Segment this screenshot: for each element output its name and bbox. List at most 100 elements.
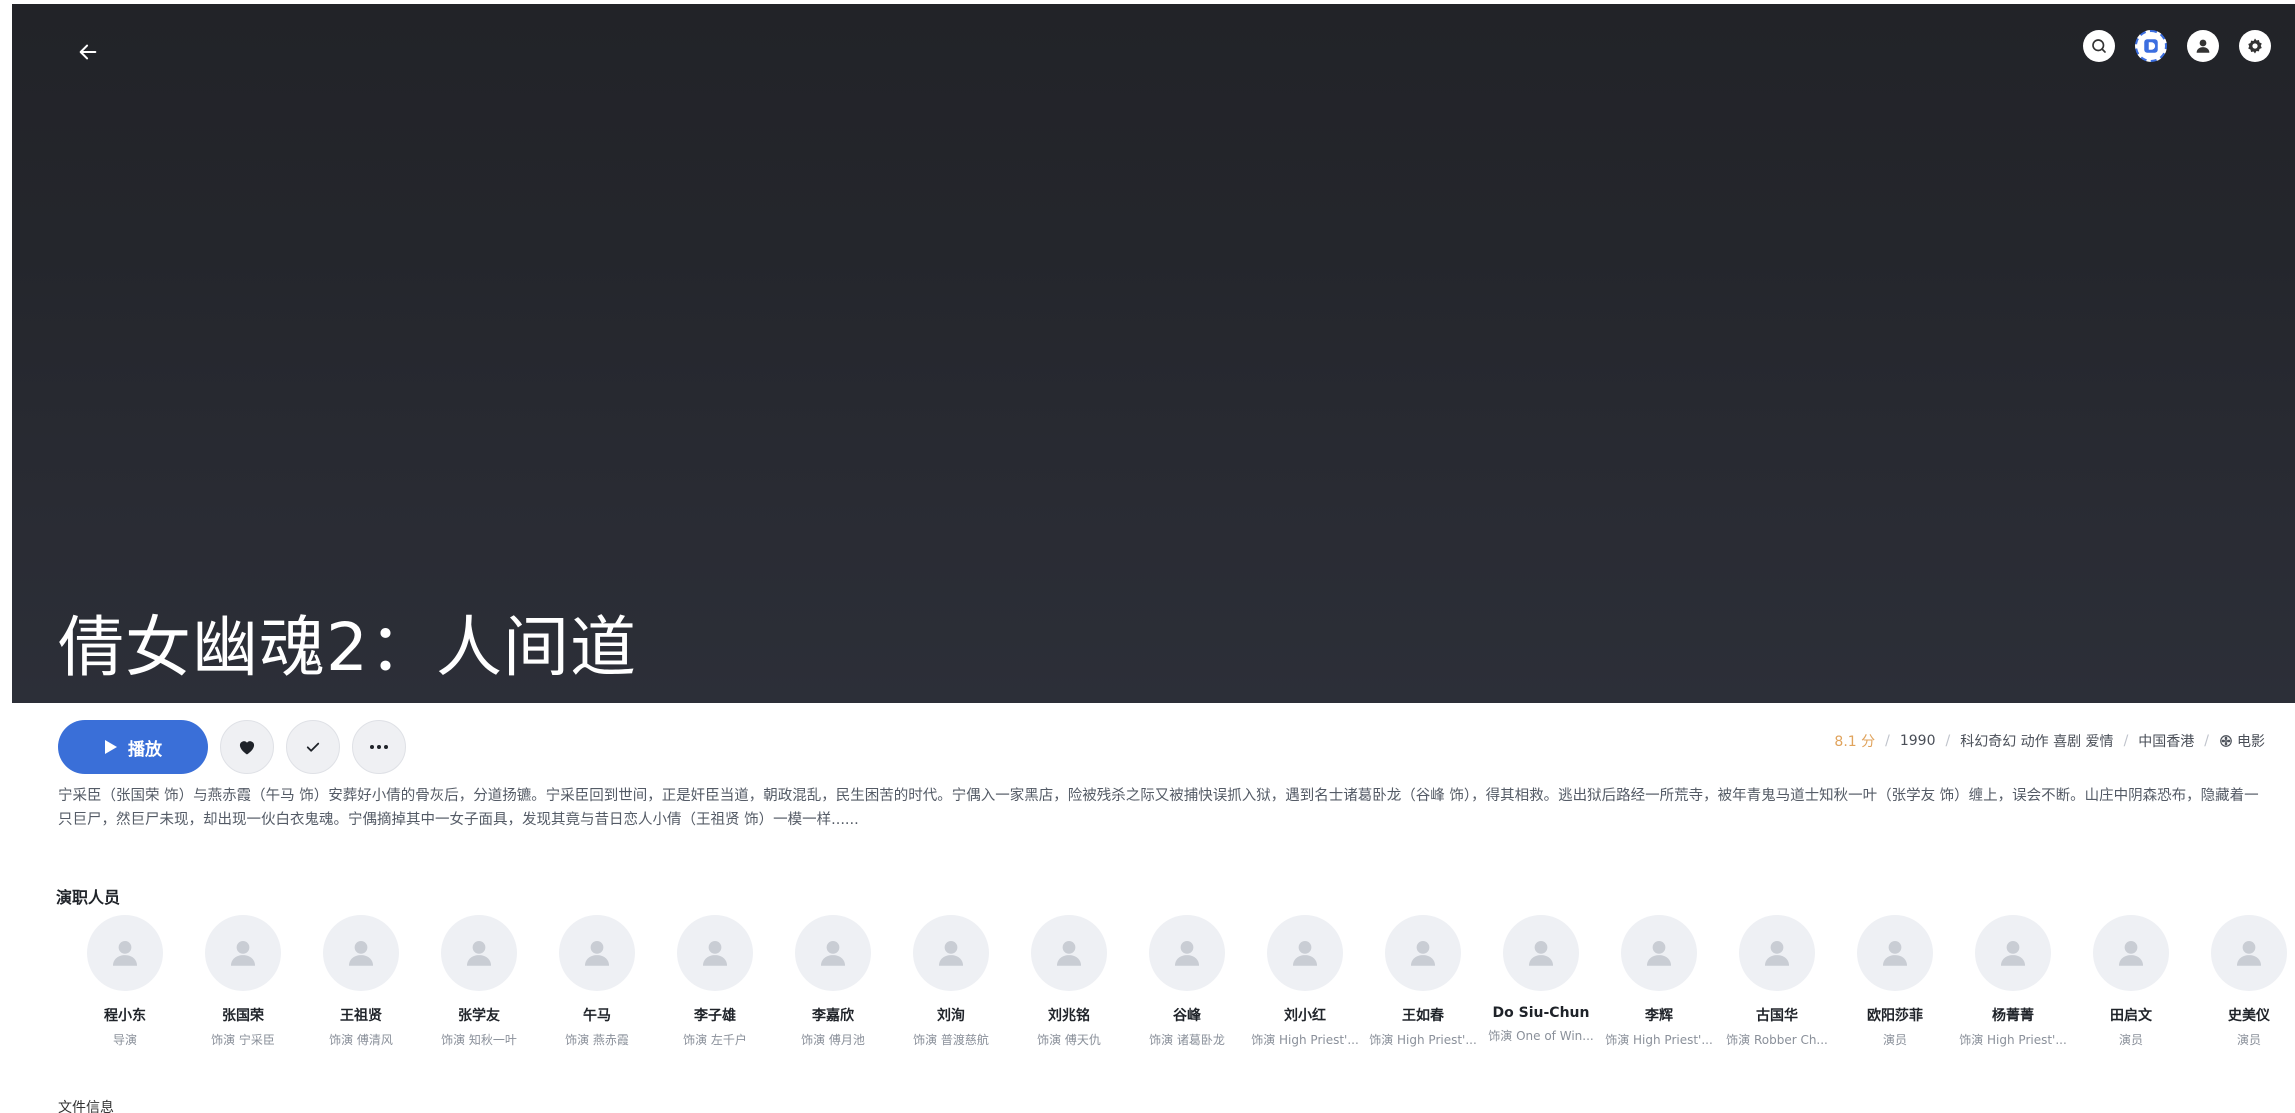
person-placeholder-icon <box>1410 940 1436 966</box>
cast-member[interactable]: 史美仪 演员 <box>2190 915 2295 1048</box>
avatar <box>795 915 871 991</box>
avatar <box>2211 915 2287 991</box>
cast-name: 史美仪 <box>2228 1008 2270 1024</box>
person-placeholder-icon <box>1174 940 1200 966</box>
top-actions <box>2083 30 2271 62</box>
settings-button[interactable] <box>2239 30 2271 62</box>
avatar <box>441 915 517 991</box>
cast-member[interactable]: 李子雄 饰演 左千户 <box>656 915 774 1048</box>
favorite-button[interactable] <box>220 720 274 774</box>
back-button[interactable] <box>68 32 108 72</box>
cast-role: 饰演 High Priest'... <box>1369 1033 1477 1047</box>
cast-name: 田启文 <box>2110 1008 2152 1024</box>
avatar <box>87 915 163 991</box>
cast-member[interactable]: 张学友饰演 知秋一叶 <box>420 915 538 1048</box>
cast-member[interactable]: 午马 饰演 燕赤霞 <box>538 915 656 1048</box>
cast-role: 饰演 傅月池 <box>801 1033 865 1047</box>
cast-name: 午马 <box>583 1008 611 1024</box>
genres: 科幻奇幻 动作 喜剧 爱情 <box>1960 734 2114 750</box>
cast-name: 张学友 <box>458 1008 500 1024</box>
cast-role: 饰演 知秋一叶 <box>441 1033 517 1047</box>
cast-member[interactable]: 王祖贤 饰演 傅清风 <box>302 915 420 1048</box>
cast-role: 导演 <box>112 1033 137 1047</box>
cast-member[interactable]: 李嘉欣 饰演 傅月池 <box>774 915 892 1048</box>
avatar <box>1975 915 2051 991</box>
user-button[interactable] <box>2187 30 2219 62</box>
person-placeholder-icon <box>466 940 492 966</box>
person-placeholder-icon <box>1292 940 1318 966</box>
person-placeholder-icon <box>1882 940 1908 966</box>
person-placeholder-icon <box>230 940 256 966</box>
action-row: 播放 <box>58 720 406 774</box>
cast-member[interactable]: 田启文 演员 <box>2072 915 2190 1048</box>
person-placeholder-icon <box>1056 940 1082 966</box>
play-label: 播放 <box>128 739 162 759</box>
avatar <box>1621 915 1697 991</box>
search-icon <box>2092 39 2106 53</box>
more-horizontal-icon <box>370 745 388 749</box>
avatar <box>1385 915 1461 991</box>
person-placeholder-icon <box>1764 940 1790 966</box>
cast-member[interactable]: 程小东 导演 <box>66 915 184 1048</box>
arrow-left-icon <box>79 44 97 60</box>
cast-role: 饰演 宁采臣 <box>211 1033 275 1047</box>
cast-role: 饰演 诸葛卧龙 <box>1149 1033 1225 1047</box>
gear-icon <box>2248 38 2262 54</box>
movie-title: 倩女幽魂2：人间道 <box>58 609 637 686</box>
cast-member[interactable]: 欧阳莎菲 演员 <box>1836 915 1954 1048</box>
cast-name: 李嘉欣 <box>812 1008 854 1024</box>
separator: / <box>1885 733 1890 749</box>
cast-name: 谷峰 <box>1173 1008 1201 1024</box>
cast-member[interactable]: 谷峰 饰演 诸葛卧龙 <box>1128 915 1246 1048</box>
cast-member[interactable]: 杨菁菁 饰演 High Priest'... <box>1954 915 2072 1048</box>
more-button[interactable] <box>352 720 406 774</box>
person-placeholder-icon <box>112 940 138 966</box>
separator: / <box>2123 733 2129 749</box>
cast-member[interactable]: 刘洵 饰演 普渡慈航 <box>892 915 1010 1048</box>
cast-member[interactable]: 李辉饰演 High Priest'... <box>1600 915 1718 1048</box>
cast-role: 饰演 傅天仇 <box>1037 1033 1101 1047</box>
person-placeholder-icon <box>348 940 374 966</box>
cast-name: 刘兆铭 <box>1048 1008 1090 1024</box>
cast-role: 饰演 Robber Ch... <box>1726 1033 1828 1047</box>
avatar <box>1267 915 1343 991</box>
cast-member[interactable]: 古国华 饰演 Robber Ch... <box>1718 915 1836 1048</box>
person-placeholder-icon <box>584 940 610 966</box>
file-info-title: 文件信息 <box>58 1100 114 1113</box>
meta-row: 8.1 分 / 1990 / 科幻奇幻 动作 喜剧 爱情 / 中国香港 / 电影 <box>1834 731 2265 751</box>
separator: / <box>1945 733 1951 749</box>
region: 中国香港 <box>2138 734 2195 750</box>
person-placeholder-icon <box>820 940 846 966</box>
cast-role: 饰演 High Priest'... <box>1959 1033 2067 1047</box>
person-placeholder-icon <box>1528 940 1554 966</box>
search-button[interactable] <box>2083 30 2115 62</box>
avatar <box>2093 915 2169 991</box>
cast-role: 演员 <box>1882 1033 1907 1047</box>
heart-icon <box>239 741 255 755</box>
cast-role: 饰演 普渡慈航 <box>913 1033 989 1047</box>
avatar <box>1739 915 1815 991</box>
cast-member[interactable]: 刘兆铭 饰演 傅天仇 <box>1010 915 1128 1048</box>
cast-member[interactable]: 张国荣 饰演 宁采臣 <box>184 915 302 1048</box>
mark-watched-button[interactable] <box>286 720 340 774</box>
avatar <box>323 915 399 991</box>
cast-role: 饰演 High Priest'... <box>1605 1033 1713 1047</box>
media-type: 电影 <box>2237 734 2265 750</box>
cast-member[interactable]: Do Siu-Chun 饰演 One of Win... <box>1482 915 1600 1048</box>
cast-name: 李辉 <box>1645 1008 1673 1024</box>
cast-name: 欧阳莎菲 <box>1867 1008 1923 1024</box>
cast-section-title: 演职人员 <box>56 888 121 907</box>
year: 1990 <box>1899 733 1936 749</box>
play-icon <box>105 740 117 754</box>
brand-button[interactable] <box>2135 30 2167 62</box>
avatar <box>1149 915 1225 991</box>
cast-member[interactable]: 王如春 饰演 High Priest'... <box>1364 915 1482 1048</box>
cast-role: 饰演 燕赤霞 <box>565 1033 629 1047</box>
play-button[interactable]: 播放 <box>58 720 208 774</box>
person-placeholder-icon <box>1646 940 1672 966</box>
avatar <box>1857 915 1933 991</box>
avatar <box>205 915 281 991</box>
avatar <box>1503 915 1579 991</box>
cast-member[interactable]: 刘小红 饰演 High Priest'... <box>1246 915 1364 1048</box>
avatar <box>677 915 753 991</box>
